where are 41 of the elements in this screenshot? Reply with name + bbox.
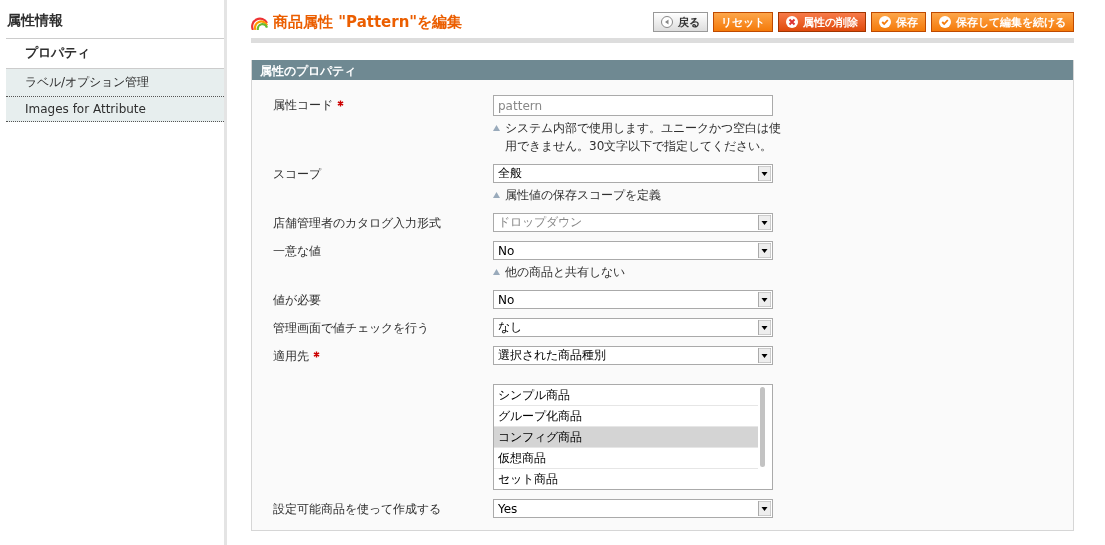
hint-text: 他の商品と共有しない [505,264,626,281]
triangle-icon [493,192,500,198]
field-label: 店舗管理者のカタログ入力形式 [273,216,441,230]
page-title: 商品属性 "Pattern"を編集 [273,12,463,32]
field-label: スコープ [273,167,321,181]
dropdown-arrow-icon [758,320,771,335]
field-label: 管理画面で値チェックを行う [273,321,429,335]
dropdown-arrow-icon [758,166,771,181]
field-label: 値が必要 [273,293,321,307]
dropdown-arrow-icon [758,501,771,516]
hint-text: 属性値の保存スコープを定義 [505,187,662,204]
list-option[interactable]: シンプル商品 [494,385,758,406]
panel-header: 属性のプロパティ [252,60,1073,80]
triangle-icon [493,269,500,275]
dropdown[interactable]: No [493,241,773,260]
dropdown-arrow-icon [758,292,771,307]
dropdown[interactable]: No [493,290,773,309]
dropdown[interactable]: Yes [493,499,773,518]
list-option[interactable]: コンフィグ商品 [494,427,758,448]
dropdown[interactable]: 選択された商品種別 [493,346,773,365]
dropdown[interactable]: なし [493,318,773,337]
dropdown-arrow-icon [758,348,771,363]
dropdown-arrow-icon [758,243,771,258]
field-label: 設定可能商品を使って作成する [273,502,441,516]
triangle-icon [493,125,500,131]
field-label: 適用先 [273,349,309,363]
action-button[interactable]: 戻る [653,12,708,32]
dropdown[interactable]: 全般 [493,164,773,183]
field-label: 一意な値 [273,244,321,258]
checkmark-icon [939,16,951,28]
sidebar-tab[interactable]: Images for Attribute [6,97,224,122]
hint-text: システム内部で使用します。ユニークかつ空白は使用できません。30文字以下で指定してください。 [505,120,782,155]
checkmark-icon [879,16,891,28]
close-icon [786,16,798,28]
dropdown-arrow-icon [758,215,771,230]
list-box[interactable]: シンプル商品 グループ化商品 コンフィグ商品 仮想商品 セット商品 [493,384,773,490]
field-label: 属性コード [273,98,333,112]
sidebar-tab[interactable]: ラベル/オプション管理 [6,69,224,97]
list-option[interactable]: セット商品 [494,469,758,489]
list-option[interactable]: 仮想商品 [494,448,758,469]
scrollbar-thumb[interactable] [760,387,765,467]
